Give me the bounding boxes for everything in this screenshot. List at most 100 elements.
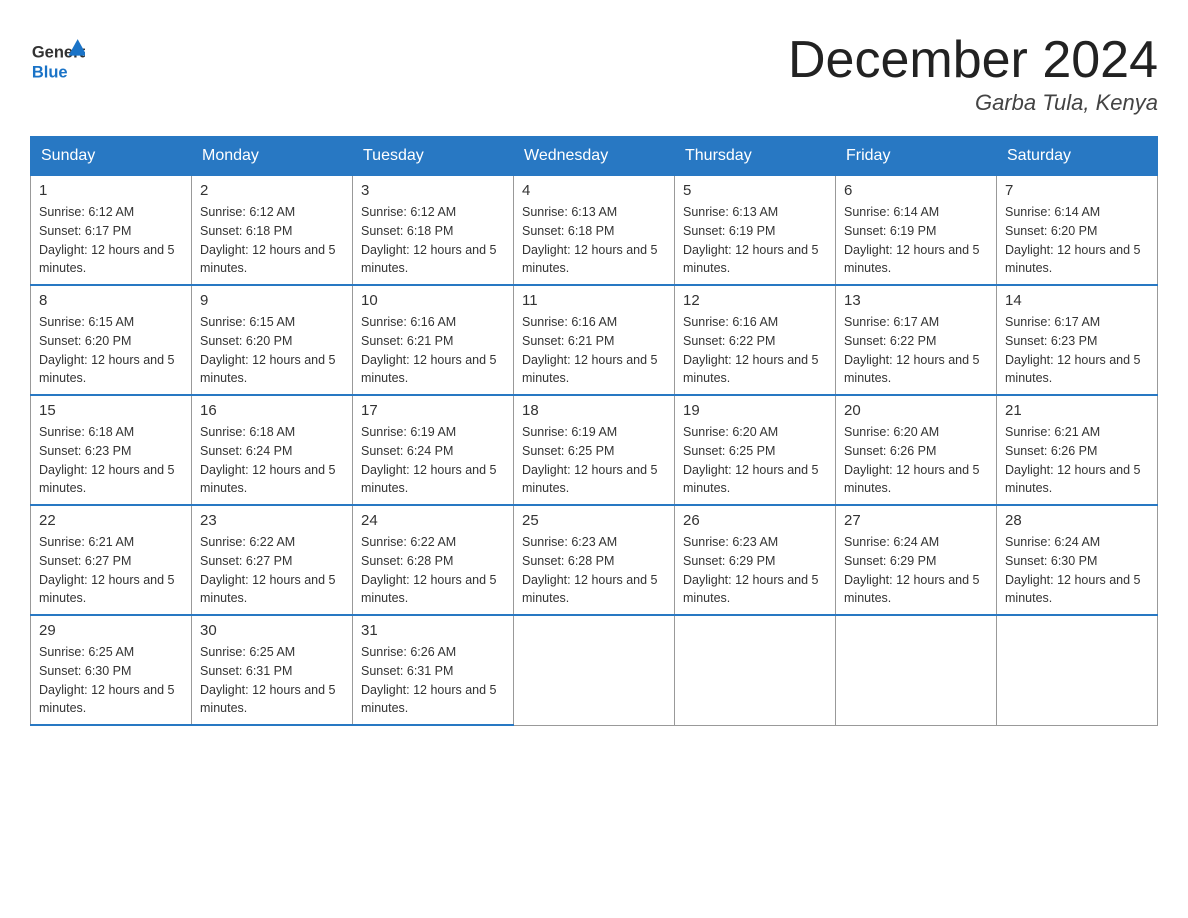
calendar-cell: 17Sunrise: 6:19 AMSunset: 6:24 PMDayligh…	[353, 395, 514, 505]
day-number: 19	[683, 402, 827, 419]
day-info: Sunrise: 6:24 AMSunset: 6:30 PMDaylight:…	[1005, 533, 1149, 608]
weekday-header-cell: Monday	[192, 137, 353, 176]
calendar-week-row: 29 Sunrise: 6:25 AMSunset: 6:30 PMDayligh…	[31, 615, 1158, 725]
location-title: Garba Tula, Kenya	[788, 90, 1158, 116]
calendar-cell: 10Sunrise: 6:16 AMSunset: 6:21 PMDayligh…	[353, 285, 514, 395]
calendar-cell: 25 Sunrise: 6:23 AMSunset: 6:28 PMDayligh…	[514, 505, 675, 615]
day-number: 22	[39, 512, 183, 529]
day-info: Sunrise: 6:17 AMSunset: 6:22 PMDaylight:…	[844, 313, 988, 388]
day-info: Sunrise: 6:12 AMSunset: 6:17 PMDaylight:…	[39, 203, 183, 278]
day-number: 15	[39, 402, 183, 419]
logo: General Blue	[30, 30, 85, 85]
weekday-header-cell: Tuesday	[353, 137, 514, 176]
day-number: 21	[1005, 402, 1149, 419]
calendar-cell: 14 Sunrise: 6:17 AMSunset: 6:23 PMDayligh…	[997, 285, 1158, 395]
day-info: Sunrise: 6:26 AMSunset: 6:31 PMDaylight:…	[361, 643, 505, 718]
day-number: 29	[39, 622, 183, 639]
day-info: Sunrise: 6:20 AMSunset: 6:26 PMDaylight:…	[844, 423, 988, 498]
day-info: Sunrise: 6:22 AMSunset: 6:27 PMDaylight:…	[200, 533, 344, 608]
day-number: 6	[844, 182, 988, 199]
calendar-cell: 12 Sunrise: 6:16 AMSunset: 6:22 PMDayligh…	[675, 285, 836, 395]
day-info: Sunrise: 6:18 AMSunset: 6:23 PMDaylight:…	[39, 423, 183, 498]
day-info: Sunrise: 6:15 AMSunset: 6:20 PMDaylight:…	[39, 313, 183, 388]
day-number: 2	[200, 182, 344, 199]
calendar-cell: 16 Sunrise: 6:18 AMSunset: 6:24 PMDayligh…	[192, 395, 353, 505]
calendar-cell: 30Sunrise: 6:25 AMSunset: 6:31 PMDayligh…	[192, 615, 353, 725]
calendar-cell	[514, 615, 675, 725]
calendar-cell: 31 Sunrise: 6:26 AMSunset: 6:31 PMDayligh…	[353, 615, 514, 725]
calendar-cell: 6 Sunrise: 6:14 AMSunset: 6:19 PMDaylight…	[836, 176, 997, 286]
day-info: Sunrise: 6:16 AMSunset: 6:22 PMDaylight:…	[683, 313, 827, 388]
day-info: Sunrise: 6:21 AMSunset: 6:26 PMDaylight:…	[1005, 423, 1149, 498]
month-title: December 2024	[788, 30, 1158, 90]
calendar-cell: 24Sunrise: 6:22 AMSunset: 6:28 PMDayligh…	[353, 505, 514, 615]
day-number: 12	[683, 292, 827, 309]
calendar-week-row: 15 Sunrise: 6:18 AMSunset: 6:23 PMDayligh…	[31, 395, 1158, 505]
svg-text:Blue: Blue	[32, 64, 68, 82]
calendar-body: 1 Sunrise: 6:12 AMSunset: 6:17 PMDaylight…	[31, 176, 1158, 726]
day-number: 13	[844, 292, 988, 309]
day-number: 27	[844, 512, 988, 529]
day-number: 20	[844, 402, 988, 419]
day-number: 4	[522, 182, 666, 199]
day-info: Sunrise: 6:15 AMSunset: 6:20 PMDaylight:…	[200, 313, 344, 388]
day-info: Sunrise: 6:20 AMSunset: 6:25 PMDaylight:…	[683, 423, 827, 498]
day-info: Sunrise: 6:18 AMSunset: 6:24 PMDaylight:…	[200, 423, 344, 498]
calendar-cell	[675, 615, 836, 725]
day-info: Sunrise: 6:25 AMSunset: 6:30 PMDaylight:…	[39, 643, 183, 718]
day-number: 8	[39, 292, 183, 309]
day-info: Sunrise: 6:16 AMSunset: 6:21 PMDaylight:…	[522, 313, 666, 388]
weekday-header-cell: Saturday	[997, 137, 1158, 176]
calendar-cell: 9 Sunrise: 6:15 AMSunset: 6:20 PMDaylight…	[192, 285, 353, 395]
calendar-cell: 22Sunrise: 6:21 AMSunset: 6:27 PMDayligh…	[31, 505, 192, 615]
calendar-cell: 20 Sunrise: 6:20 AMSunset: 6:26 PMDayligh…	[836, 395, 997, 505]
calendar-cell: 28 Sunrise: 6:24 AMSunset: 6:30 PMDayligh…	[997, 505, 1158, 615]
weekday-header-cell: Thursday	[675, 137, 836, 176]
day-info: Sunrise: 6:12 AMSunset: 6:18 PMDaylight:…	[200, 203, 344, 278]
day-info: Sunrise: 6:14 AMSunset: 6:20 PMDaylight:…	[1005, 203, 1149, 278]
day-info: Sunrise: 6:23 AMSunset: 6:29 PMDaylight:…	[683, 533, 827, 608]
day-number: 16	[200, 402, 344, 419]
calendar-week-row: 8 Sunrise: 6:15 AMSunset: 6:20 PMDaylight…	[31, 285, 1158, 395]
day-info: Sunrise: 6:13 AMSunset: 6:19 PMDaylight:…	[683, 203, 827, 278]
day-number: 31	[361, 622, 505, 639]
calendar-cell: 7 Sunrise: 6:14 AMSunset: 6:20 PMDaylight…	[997, 176, 1158, 286]
day-number: 18	[522, 402, 666, 419]
logo-icon: General Blue	[30, 30, 85, 85]
calendar-cell: 4Sunrise: 6:13 AMSunset: 6:18 PMDaylight…	[514, 176, 675, 286]
day-info: Sunrise: 6:22 AMSunset: 6:28 PMDaylight:…	[361, 533, 505, 608]
day-number: 1	[39, 182, 183, 199]
page-header: General Blue December 2024 Garba Tula, K…	[30, 30, 1158, 116]
calendar-cell	[836, 615, 997, 725]
weekday-header-cell: Friday	[836, 137, 997, 176]
day-number: 11	[522, 292, 666, 309]
calendar-cell: 13 Sunrise: 6:17 AMSunset: 6:22 PMDayligh…	[836, 285, 997, 395]
day-number: 3	[361, 182, 505, 199]
calendar-cell: 15 Sunrise: 6:18 AMSunset: 6:23 PMDayligh…	[31, 395, 192, 505]
calendar-cell: 26 Sunrise: 6:23 AMSunset: 6:29 PMDayligh…	[675, 505, 836, 615]
day-number: 7	[1005, 182, 1149, 199]
day-number: 26	[683, 512, 827, 529]
day-number: 23	[200, 512, 344, 529]
calendar-cell: 1 Sunrise: 6:12 AMSunset: 6:17 PMDaylight…	[31, 176, 192, 286]
calendar-cell: 11 Sunrise: 6:16 AMSunset: 6:21 PMDayligh…	[514, 285, 675, 395]
day-info: Sunrise: 6:14 AMSunset: 6:19 PMDaylight:…	[844, 203, 988, 278]
day-number: 14	[1005, 292, 1149, 309]
calendar-table: SundayMondayTuesdayWednesdayThursdayFrid…	[30, 136, 1158, 726]
day-info: Sunrise: 6:17 AMSunset: 6:23 PMDaylight:…	[1005, 313, 1149, 388]
calendar-cell: 21 Sunrise: 6:21 AMSunset: 6:26 PMDayligh…	[997, 395, 1158, 505]
day-info: Sunrise: 6:24 AMSunset: 6:29 PMDaylight:…	[844, 533, 988, 608]
calendar-week-row: 1 Sunrise: 6:12 AMSunset: 6:17 PMDaylight…	[31, 176, 1158, 286]
calendar-cell: 8 Sunrise: 6:15 AMSunset: 6:20 PMDaylight…	[31, 285, 192, 395]
day-number: 28	[1005, 512, 1149, 529]
day-number: 9	[200, 292, 344, 309]
day-number: 25	[522, 512, 666, 529]
calendar-cell: 19 Sunrise: 6:20 AMSunset: 6:25 PMDayligh…	[675, 395, 836, 505]
calendar-cell: 23 Sunrise: 6:22 AMSunset: 6:27 PMDayligh…	[192, 505, 353, 615]
title-section: December 2024 Garba Tula, Kenya	[788, 30, 1158, 116]
day-info: Sunrise: 6:23 AMSunset: 6:28 PMDaylight:…	[522, 533, 666, 608]
calendar-cell: 3Sunrise: 6:12 AMSunset: 6:18 PMDaylight…	[353, 176, 514, 286]
weekday-header-cell: Wednesday	[514, 137, 675, 176]
day-number: 5	[683, 182, 827, 199]
calendar-cell: 2 Sunrise: 6:12 AMSunset: 6:18 PMDaylight…	[192, 176, 353, 286]
